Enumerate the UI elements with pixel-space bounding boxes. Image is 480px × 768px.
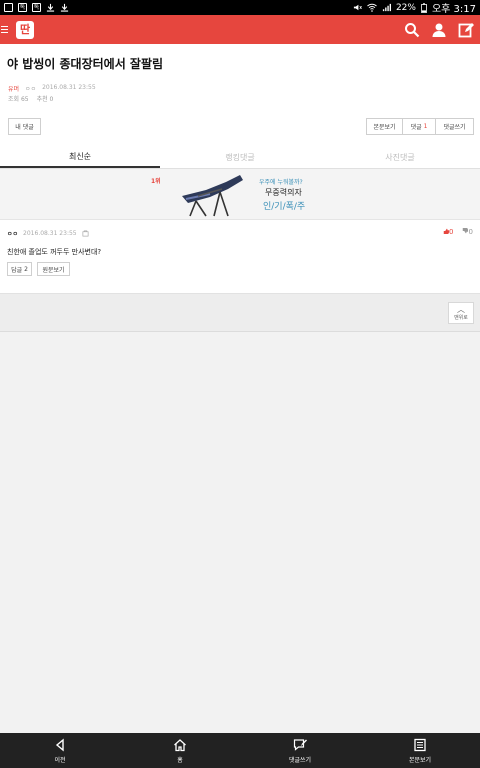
chevron-up-icon: ︿ — [457, 304, 465, 314]
ad-slogan: 인/기/폭/주 — [263, 202, 306, 212]
signal-icon — [382, 3, 391, 12]
header-actions — [404, 22, 480, 38]
menu-icon[interactable] — [0, 15, 16, 44]
comment-original-button[interactable]: 원문보기 — [37, 262, 70, 276]
notification-icon: 톡 — [32, 3, 41, 12]
upvote-count: 0 — [449, 228, 454, 236]
ad-banner[interactable]: 1위 우주에 누워볼까? 무중력의자 인/기/폭/주 — [0, 169, 480, 220]
nav-article[interactable]: 본문보기 — [360, 733, 480, 768]
chair-image — [182, 175, 243, 217]
downvote-count: 0 — [468, 228, 473, 236]
app-logo[interactable]: 딴 — [16, 20, 34, 39]
ad-rank: 1위 — [151, 178, 161, 185]
tab-photo[interactable]: 사진댓글 — [320, 147, 480, 168]
comment-meta: ㅇㅇ 2016.08.31 23:55 — [7, 229, 89, 238]
reply-count: 2 — [24, 265, 28, 273]
battery-percent: 22% — [395, 2, 416, 13]
view-count: 조회 65 — [8, 96, 29, 103]
article-icon — [414, 738, 426, 751]
status-left-icons: 톡 톡 — [4, 3, 69, 12]
comment-write-icon — [293, 738, 307, 751]
reply-button[interactable]: 답글 2 — [7, 262, 32, 276]
post-action-group: 본문보기 댓글 1 댓글쓰기 — [366, 118, 474, 135]
comment-votes: 0 0 — [443, 228, 473, 236]
comment-date: 2016.08.31 23:55 — [23, 230, 77, 237]
download-icon — [46, 3, 55, 12]
nav-home-label: 홈 — [177, 756, 183, 764]
back-icon — [55, 738, 64, 751]
comment-text: 친한애 졸업도 꺼두두 만사변대? — [7, 248, 102, 256]
tab-latest[interactable]: 최신순 — [0, 147, 160, 168]
recommend-count: 추천 0 — [36, 96, 54, 103]
edit-icon[interactable] — [458, 22, 474, 38]
board-name[interactable]: 유머 — [8, 84, 19, 93]
scroll-top-button[interactable]: ︿ 맨위로 — [448, 302, 474, 324]
search-icon[interactable] — [404, 22, 420, 38]
post-date: 2016.08.31 23:55 — [42, 84, 96, 91]
user-icon[interactable] — [431, 22, 447, 38]
image-icon — [4, 3, 13, 12]
tab-ranking[interactable]: 랭킹댓글 — [160, 147, 320, 168]
comment-author[interactable]: ㅇㅇ — [7, 229, 18, 238]
status-right: 22% 오후 3:17 — [353, 0, 476, 15]
downvote-button[interactable]: 0 — [462, 228, 473, 236]
bottom-nav: 이전 홈 댓글쓰기 본문보기 — [0, 733, 480, 768]
reply-label: 답글 — [11, 266, 23, 274]
status-time: 오후 3:17 — [431, 4, 476, 15]
upvote-button[interactable]: 0 — [443, 228, 453, 236]
footer-strip — [0, 294, 480, 332]
app-header: 딴 — [0, 15, 480, 44]
view-original-button[interactable]: 본문보기 — [367, 119, 403, 134]
home-icon — [174, 738, 186, 751]
post-content: 야 밥씽이 종대장터에서 잘팔림 유머 ㅇㅇ 2016.08.31 23:55 … — [0, 44, 480, 286]
comment-tabs: 최신순 랭킹댓글 사진댓글 — [0, 147, 480, 169]
mute-icon — [353, 4, 362, 11]
write-comment-button[interactable]: 댓글쓰기 — [436, 119, 473, 134]
ad-product: 무중력의자 — [265, 188, 302, 197]
notification-icon: 톡 — [18, 3, 27, 12]
comments-label: 댓글 — [410, 124, 422, 131]
ad-tagline: 우주에 누워볼까? — [259, 179, 303, 186]
nav-back[interactable]: 이전 — [0, 733, 120, 768]
nav-back-label: 이전 — [54, 756, 66, 764]
scroll-top-label: 맨위로 — [454, 314, 468, 321]
download-icon — [60, 3, 69, 12]
comments-count: 1 — [423, 123, 428, 130]
wifi-icon — [367, 3, 377, 12]
my-comments-button[interactable]: 내 댓글 — [8, 118, 41, 135]
author-name[interactable]: ㅇㅇ — [25, 84, 36, 93]
comments-button[interactable]: 댓글 1 — [403, 119, 436, 134]
nav-write-comment-label: 댓글쓰기 — [288, 756, 312, 764]
post-meta: 유머 ㅇㅇ 2016.08.31 23:55 — [8, 84, 96, 93]
nav-home[interactable]: 홈 — [120, 733, 240, 768]
post-stats: 조회 65 추천 0 — [8, 94, 53, 103]
section-divider — [0, 286, 480, 294]
nav-article-label: 본문보기 — [408, 756, 432, 764]
nav-write-comment[interactable]: 댓글쓰기 — [240, 733, 360, 768]
report-icon[interactable] — [82, 230, 89, 237]
post-title: 야 밥씽이 종대장터에서 잘팔림 — [7, 57, 164, 71]
status-bar: 톡 톡 22% 오후 3:17 — [0, 0, 480, 15]
battery-icon — [421, 2, 427, 13]
